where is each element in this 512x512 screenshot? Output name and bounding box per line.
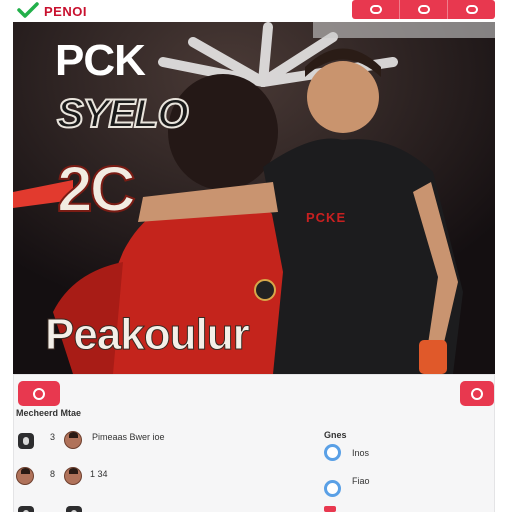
row-number: 8 [50,469,56,479]
phone-icon [18,433,34,449]
side-item-label[interactable]: Fiao [352,476,370,486]
side-title: Gnes [324,430,347,440]
brand-logo: PENOI [44,4,87,19]
pill-icon [417,5,430,14]
top-action-button-2[interactable] [400,0,448,19]
section-label: Mecheerd Mtae [16,408,82,418]
row-text[interactable]: 1 34 [90,469,108,479]
phone-icon [18,506,34,512]
svg-text:PCKE: PCKE [306,210,346,225]
hero-title-line3: 2C [56,152,137,226]
circle-icon[interactable] [324,480,341,497]
tag-icon [324,506,336,512]
top-action-group [352,0,495,19]
pill-icon [465,5,478,14]
top-action-button-3[interactable] [448,0,495,19]
hero-title-line4: Peakoulur [45,310,251,360]
top-action-button-1[interactable] [352,0,400,19]
details-panel [13,374,495,512]
record-icon [33,387,45,400]
hero-image[interactable]: PCKE PCK SYELO 2C Peakoulur [13,22,495,374]
row-number: 3 [50,432,56,442]
circle-icon[interactable] [324,444,341,461]
top-bar: PENOI [0,0,512,22]
check-icon [17,2,39,18]
record-button-right[interactable] [460,381,494,406]
hero-title-line2: SYELO [56,91,190,137]
avatar-icon[interactable] [16,467,34,485]
side-item-label[interactable]: Inos [352,448,369,458]
phone-icon [66,506,82,512]
record-button-left[interactable] [18,381,60,406]
hero-title-line1: PCK [55,36,146,85]
pill-icon [369,5,382,14]
row-text[interactable]: Pimeaas Bwer ioe [92,432,165,442]
avatar-icon[interactable] [64,467,82,485]
avatar-icon[interactable] [64,431,82,449]
record-icon [471,387,483,400]
